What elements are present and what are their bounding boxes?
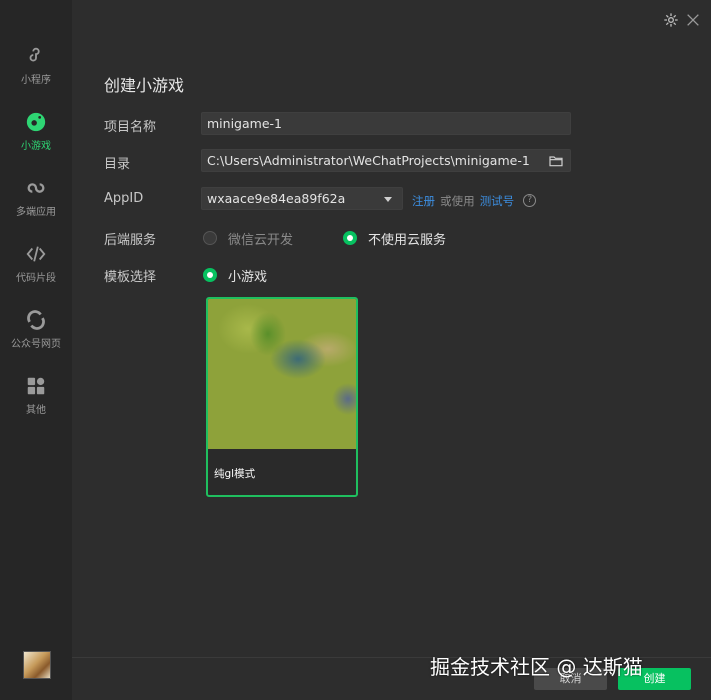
- radio-cloud-dev[interactable]: [203, 231, 217, 245]
- sidebar-item-code-snippet[interactable]: 代码片段: [0, 243, 72, 303]
- directory-label: 目录: [104, 157, 131, 172]
- miniprogram-icon: [29, 47, 40, 62]
- directory-input[interactable]: C:\Users\Administrator\WeChatProjects\mi…: [201, 149, 571, 172]
- folder-icon[interactable]: [548, 153, 564, 169]
- other-apps-icon: [27, 377, 45, 395]
- sidebar-item-label: 代码片段: [16, 273, 56, 284]
- sidebar-item-minigame[interactable]: 小游戏: [0, 111, 72, 171]
- avatar[interactable]: [23, 651, 51, 679]
- minigame-icon: [26, 112, 46, 132]
- backend-label: 后端服务: [104, 233, 157, 248]
- template-card-label: 纯gl模式: [214, 468, 256, 480]
- sidebar-item-label: 其他: [26, 405, 46, 416]
- sidebar-item-label: 小程序: [21, 75, 51, 86]
- close-icon[interactable]: [685, 12, 701, 28]
- code-snippet-icon: [26, 246, 46, 262]
- appid-label: AppID: [104, 191, 144, 206]
- appid-links: 注册 或使用 测试号 ?: [412, 190, 537, 209]
- help-icon[interactable]: ?: [523, 194, 537, 207]
- template-label: 模板选择: [104, 270, 157, 285]
- multiplatform-icon: [27, 183, 45, 193]
- sidebar-item-label: 公众号网页: [11, 339, 61, 350]
- sidebar-item-miniprogram[interactable]: 小程序: [0, 45, 72, 105]
- sidebar-item-label: 多端应用: [16, 207, 56, 218]
- template-card[interactable]: 纯gl模式: [206, 297, 358, 497]
- radio-cloud-dev-label: 微信云开发: [228, 233, 294, 248]
- radio-template-minigame-label: 小游戏: [228, 270, 268, 285]
- sidebar-item-multiplatform[interactable]: 多端应用: [0, 177, 72, 237]
- appid-select[interactable]: wxaace9e84ea89f62a: [201, 187, 403, 210]
- project-name-input[interactable]: minigame-1: [201, 112, 571, 135]
- official-account-icon: [27, 310, 45, 330]
- sidebar: 小程序 小游戏 多端应用 代码片段 公众号网页 其他: [0, 0, 72, 700]
- radio-no-cloud[interactable]: [343, 231, 357, 245]
- sidebar-item-official-account[interactable]: 公众号网页: [0, 309, 72, 369]
- sidebar-item-label: 小游戏: [21, 141, 51, 152]
- radio-template-minigame[interactable]: [203, 268, 217, 282]
- watermark-text: 掘金技术社区 @ 达斯猫: [430, 655, 643, 679]
- chevron-down-icon: [384, 197, 392, 202]
- test-account-link[interactable]: 测试号: [480, 194, 515, 208]
- radio-no-cloud-label: 不使用云服务: [368, 233, 447, 248]
- appid-value: wxaace9e84ea89f62a: [207, 191, 346, 206]
- gear-icon[interactable]: [663, 12, 679, 28]
- register-link[interactable]: 注册: [412, 194, 435, 208]
- template-preview-image: [208, 299, 356, 449]
- or-use-text: 或使用: [440, 194, 475, 208]
- sidebar-item-other[interactable]: 其他: [0, 375, 72, 435]
- project-name-label: 项目名称: [104, 120, 157, 135]
- page-title: 创建小游戏: [104, 76, 185, 95]
- directory-value: C:\Users\Administrator\WeChatProjects\mi…: [207, 153, 530, 168]
